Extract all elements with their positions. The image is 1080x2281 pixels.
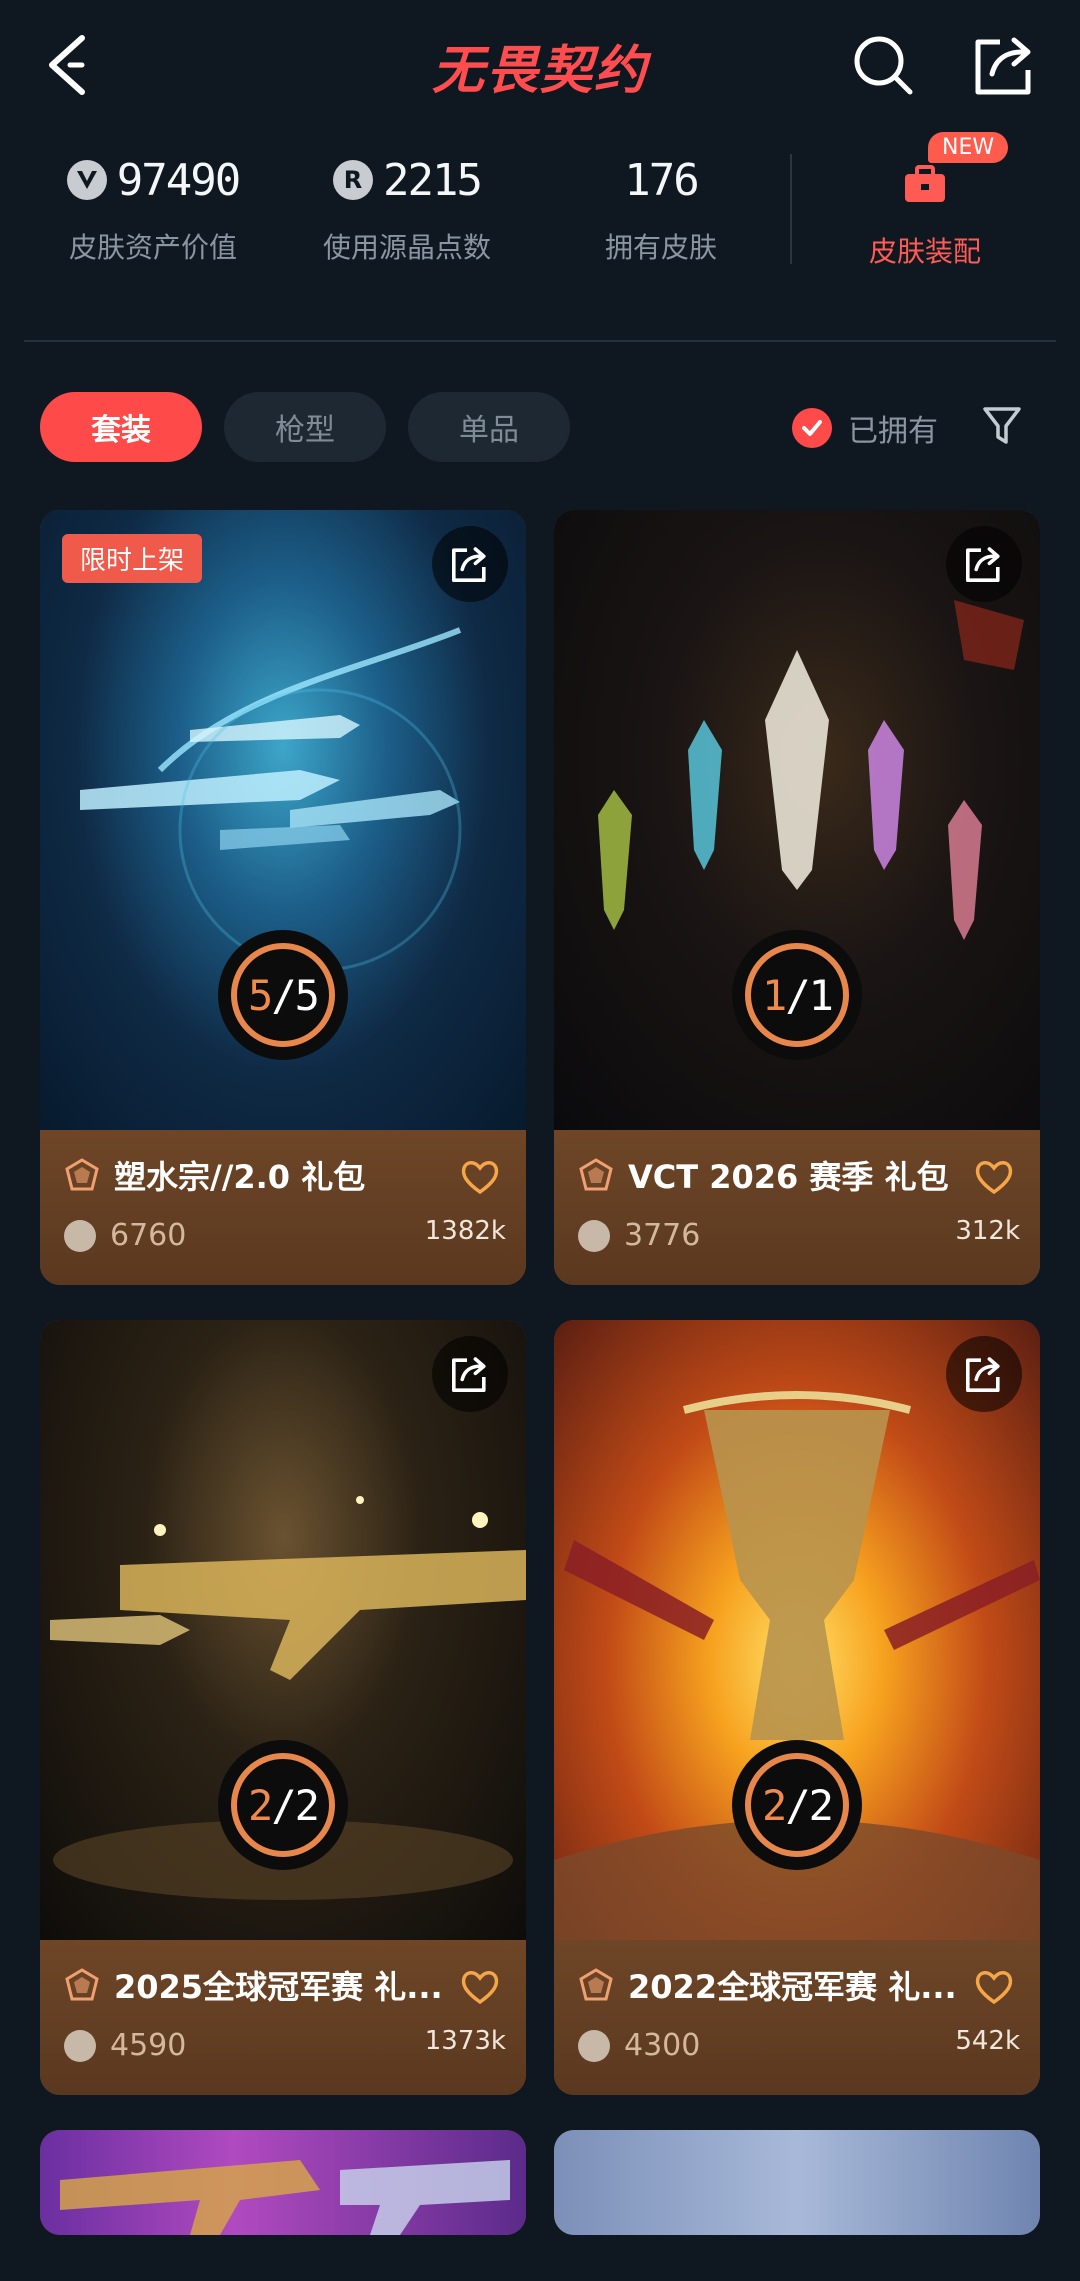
total-count: 5 <box>294 970 320 1020</box>
app-title-logo: 无畏契约 <box>431 41 648 101</box>
tier-icon <box>579 1968 613 2001</box>
total-count: 2 <box>294 1780 320 1830</box>
radianite-icon: R <box>333 160 374 200</box>
progress-separator: / <box>785 970 810 1020</box>
like-count: 312k <box>955 1216 1020 1246</box>
total-count: 2 <box>808 1780 834 1830</box>
limited-time-badge: 限时上架 <box>62 534 203 583</box>
new-badge: NEW <box>928 132 1009 163</box>
stat-radianite: R 2215 使用源晶点数 <box>282 140 532 266</box>
briefcase-icon <box>905 165 945 202</box>
bundle-card[interactable]: 2/2 2025全球冠军赛 礼... 4590 1373k <box>40 1320 526 2095</box>
search-icon[interactable] <box>848 30 918 100</box>
valorant-point-icon <box>64 2029 96 2062</box>
valorant-point-icon <box>64 1219 96 1252</box>
valorant-point-icon <box>578 2029 610 2062</box>
stat-value: 2215 <box>383 154 483 206</box>
tier-icon <box>579 1158 613 1191</box>
heart-icon[interactable] <box>460 1968 500 2006</box>
owned-count: 5 <box>248 970 273 1020</box>
card-share-button[interactable] <box>432 526 508 602</box>
bundle-name: VCT 2026 赛季 礼包 <box>628 1158 949 1196</box>
pistol-illustration <box>60 2160 510 2235</box>
top-bar: 无畏契约 <box>0 0 1080 130</box>
like-count: 1382k <box>424 1216 506 1246</box>
valorant-point-icon <box>578 1219 610 1252</box>
progress-separator: / <box>271 970 296 1020</box>
owned-count: 2 <box>248 1780 273 1830</box>
card-info: 2025全球冠军赛 礼... 4590 1373k <box>40 1940 526 2095</box>
stat-value: 176 <box>624 154 699 206</box>
tier-icon <box>65 1158 99 1191</box>
bundle-artwork <box>40 2130 526 2235</box>
stat-label: 皮肤资产价值 <box>68 231 237 264</box>
share-icon <box>452 1357 486 1392</box>
skin-equip-label: 皮肤装配 <box>868 235 981 268</box>
bundle-price: 6760 <box>110 1218 187 1253</box>
stat-asset-value: 97490 皮肤资产价值 <box>28 140 278 266</box>
stat-owned-skins: 176 拥有皮肤 <box>536 140 786 266</box>
bundle-name: 2025全球冠军赛 礼... <box>114 1968 443 2006</box>
tab-bundles[interactable]: 套装 <box>40 392 202 462</box>
bundle-card[interactable]: 限时上架 5/5 塑水宗//2.0 礼包 6760 1382k <box>40 510 526 1285</box>
collection-progress: 2/2 <box>218 1740 348 1870</box>
owned-count: 2 <box>762 1780 787 1830</box>
collection-progress: 5/5 <box>218 930 348 1060</box>
filter-icon[interactable] <box>982 404 1022 448</box>
stat-label: 使用源晶点数 <box>322 231 491 264</box>
owned-filter-toggle[interactable]: 已拥有 <box>792 403 938 453</box>
bundle-card[interactable]: 1/1 VCT 2026 赛季 礼包 3776 312k <box>554 510 1040 1285</box>
skin-equip-button[interactable]: 皮肤装配 <box>800 140 1050 270</box>
progress-separator: / <box>785 1780 810 1830</box>
category-tabs: 套装 枪型 单品 <box>40 392 570 462</box>
card-info: 2022全球冠军赛 礼... 4300 542k <box>554 1940 1040 2095</box>
like-count: 1373k <box>424 2026 506 2056</box>
total-count: 1 <box>808 970 834 1020</box>
bundle-name: 塑水宗//2.0 礼包 <box>114 1158 366 1196</box>
stat-label: 拥有皮肤 <box>604 231 717 264</box>
check-icon <box>792 408 832 448</box>
heart-icon[interactable] <box>974 1158 1014 1196</box>
share-icon <box>452 547 486 582</box>
bundle-artwork <box>554 2130 1040 2235</box>
bundle-price: 3776 <box>624 1218 701 1253</box>
bundle-name: 2022全球冠军赛 礼... <box>628 1968 957 2006</box>
stats-bar: 97490 皮肤资产价值 R 2215 使用源晶点数 176 拥有皮肤 皮肤装配 <box>0 140 1080 290</box>
card-share-button[interactable] <box>946 526 1022 602</box>
tab-single-item[interactable]: 单品 <box>408 392 570 462</box>
stat-value: 97490 <box>116 154 241 206</box>
card-share-button[interactable] <box>432 1336 508 1412</box>
progress-separator: / <box>271 1780 296 1830</box>
collection-progress: 2/2 <box>732 1740 862 1870</box>
bundle-card[interactable] <box>40 2130 526 2235</box>
valorant-point-icon <box>66 160 107 200</box>
tab-weapon-type[interactable]: 枪型 <box>224 392 386 462</box>
card-info: 塑水宗//2.0 礼包 6760 1382k <box>40 1130 526 1285</box>
card-info: VCT 2026 赛季 礼包 3776 312k <box>554 1130 1040 1285</box>
card-share-button[interactable] <box>946 1336 1022 1412</box>
bundle-card[interactable] <box>554 2130 1040 2235</box>
owned-filter-label: 已拥有 <box>848 414 938 449</box>
share-icon[interactable] <box>970 30 1040 100</box>
heart-icon[interactable] <box>974 1968 1014 2006</box>
collection-progress: 1/1 <box>732 930 862 1060</box>
bundle-card[interactable]: 2/2 2022全球冠军赛 礼... 4300 542k <box>554 1320 1040 2095</box>
tier-icon <box>65 1968 99 2001</box>
share-icon <box>966 547 1000 582</box>
stats-divider <box>790 154 792 264</box>
bundle-price: 4300 <box>624 2028 701 2063</box>
share-icon <box>966 1357 1000 1392</box>
heart-icon[interactable] <box>460 1158 500 1196</box>
like-count: 542k <box>955 2026 1020 2056</box>
owned-count: 1 <box>762 970 787 1020</box>
divider <box>24 340 1056 342</box>
bundle-price: 4590 <box>110 2028 187 2063</box>
